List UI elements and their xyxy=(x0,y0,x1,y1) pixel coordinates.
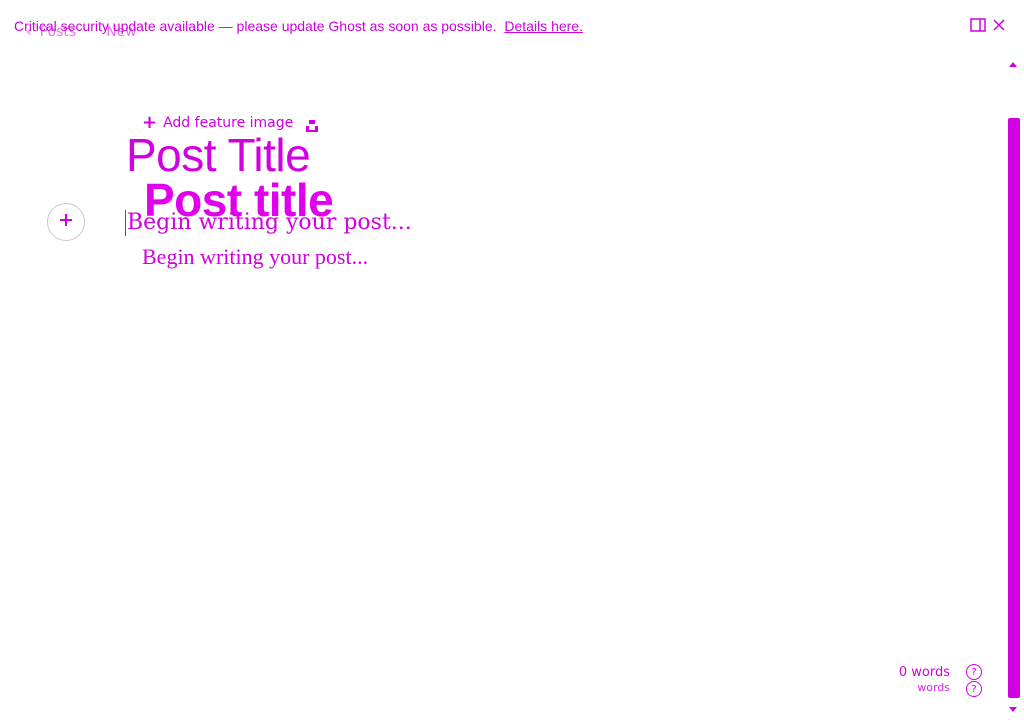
help-icon[interactable]: ? xyxy=(966,681,982,697)
word-count-sub-label: words xyxy=(917,681,950,694)
help-icon[interactable]: ? xyxy=(966,664,982,680)
scroll-down-arrow[interactable] xyxy=(1009,707,1017,712)
post-body-editor[interactable]: Begin writing your post... xyxy=(125,210,412,236)
security-update-banner: Critical security update available — ple… xyxy=(14,18,583,34)
add-card-button[interactable] xyxy=(47,203,85,241)
word-count: 0 words words xyxy=(899,665,950,695)
scroll-up-arrow[interactable] xyxy=(1009,62,1017,67)
post-body-placeholder: Begin writing your post... xyxy=(142,244,369,269)
sidebar-toggle-icon[interactable] xyxy=(970,18,986,32)
scrollbar-thumb[interactable] xyxy=(1008,118,1020,698)
top-right-controls xyxy=(970,18,1006,32)
banner-details-link[interactable]: Details here. xyxy=(504,18,583,34)
banner-message: Critical security update available — ple… xyxy=(14,18,497,34)
word-count-label: 0 words xyxy=(898,665,950,680)
scrollbar[interactable] xyxy=(1004,56,1022,718)
close-icon[interactable] xyxy=(992,18,1006,32)
plus-icon xyxy=(58,212,74,232)
help-icons: ? ? xyxy=(966,664,982,697)
